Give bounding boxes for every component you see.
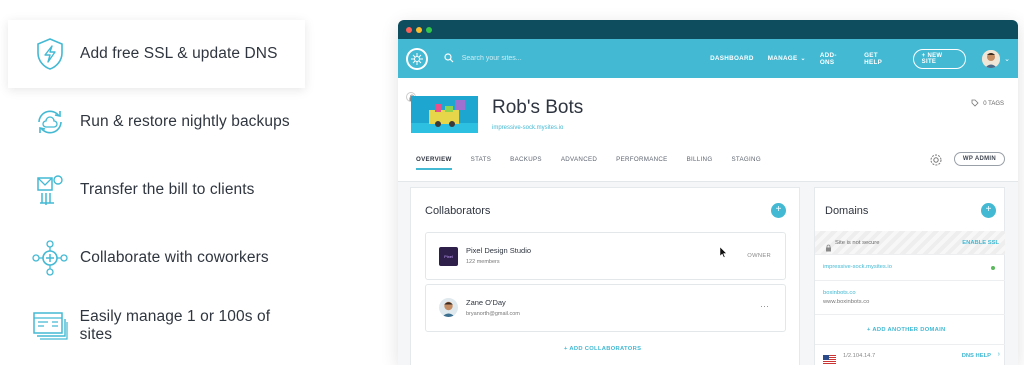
minimize-window-button[interactable] xyxy=(416,26,422,33)
collaborator-name: Pixel Design Studio xyxy=(466,246,532,255)
user-avatar[interactable] xyxy=(982,49,1001,68)
tab-advanced[interactable]: ADVANCED xyxy=(561,156,597,170)
feature-manage[interactable]: Easily manage 1 or 100s of sites xyxy=(8,292,305,360)
pixel-studio-logo: Pixel xyxy=(439,247,458,266)
search-icon xyxy=(444,50,454,68)
collaborate-icon xyxy=(30,238,70,278)
add-domain-row: + ADD ANOTHER DOMAIN xyxy=(815,315,1005,345)
nav-get-help[interactable]: GET HELP xyxy=(864,52,897,66)
site-search xyxy=(444,50,680,68)
dns-help-link[interactable]: DNS HELP xyxy=(962,353,991,359)
tab-backups[interactable]: BACKUPS xyxy=(510,156,542,170)
tab-stats[interactable]: STATS xyxy=(471,156,492,170)
feature-list: Add free SSL & update DNS Run & restore … xyxy=(8,20,305,360)
owner-badge: OWNER xyxy=(747,253,771,259)
secondary-domain-url: www.boxinbots.co xyxy=(823,299,870,305)
nav-links: DASHBOARD MANAGE ⌄ ADD-ONS GET HELP + NEW… xyxy=(710,48,967,69)
chevron-down-icon: ⌄ xyxy=(800,56,806,62)
site-tabs: OVERVIEW STATS BACKUPS ADVANCED PERFORMA… xyxy=(416,156,780,170)
collaborators-panel: Collaborators + Pixel Pixel Design Studi… xyxy=(410,187,800,365)
top-navigation: DASHBOARD MANAGE⌄ ADD-ONS GET HELP + NEW… xyxy=(398,39,1018,78)
new-site-button[interactable]: + NEW SITE xyxy=(912,48,967,69)
transfer-bill-icon xyxy=(30,170,70,210)
close-window-button[interactable] xyxy=(406,26,412,33)
nav-addons[interactable]: ADD-ONS xyxy=(820,52,850,66)
search-input[interactable] xyxy=(461,55,662,62)
site-header: Rob's Bots impressive-sock.mysites.io 0 … xyxy=(398,78,1018,182)
app-window: DASHBOARD MANAGE⌄ ADD-ONS GET HELP + NEW… xyxy=(398,20,1018,365)
us-flag-icon xyxy=(823,351,836,365)
backup-cycle-icon xyxy=(30,102,70,142)
feature-label: Transfer the bill to clients xyxy=(80,181,255,198)
add-another-domain-link[interactable]: + ADD ANOTHER DOMAIN xyxy=(867,327,946,333)
feature-label: Run & restore nightly backups xyxy=(80,113,290,130)
ssl-status-text: Site is not secure xyxy=(835,240,880,246)
tab-overview[interactable]: OVERVIEW xyxy=(416,156,452,170)
collaborator-members: 122 members xyxy=(466,259,500,265)
domains-title: Domains xyxy=(825,205,869,217)
primary-indicator-dot xyxy=(991,266,995,270)
nav-manage-label: MANAGE xyxy=(767,55,798,62)
collaborator-name: Zane O'Day xyxy=(466,298,506,307)
manage-sites-icon xyxy=(30,306,70,346)
app-logo-icon[interactable] xyxy=(406,47,428,70)
avatar xyxy=(439,298,458,317)
tags-label: 0 TAGS xyxy=(983,101,1004,107)
wp-admin-button[interactable]: WP ADMIN xyxy=(953,152,1005,166)
enable-ssl-link[interactable]: ENABLE SSL xyxy=(962,240,999,246)
site-url-link[interactable]: impressive-sock.mysites.io xyxy=(492,125,563,131)
dns-row: 1/2.104.14.7 DNS HELP › xyxy=(815,345,1005,365)
shield-bolt-icon xyxy=(30,34,70,74)
ssl-warning-row: Site is not secure ENABLE SSL xyxy=(815,231,1005,255)
mouse-cursor-icon xyxy=(719,245,728,263)
feature-label: Collaborate with coworkers xyxy=(80,249,269,266)
domains-panel: Domains + Site is not secure ENABLE SSL … xyxy=(814,187,1005,365)
tab-staging[interactable]: STAGING xyxy=(731,156,761,170)
feature-label: Add free SSL & update DNS xyxy=(80,45,278,62)
site-thumbnail[interactable] xyxy=(411,96,478,133)
feature-billing[interactable]: Transfer the bill to clients xyxy=(8,156,305,224)
add-collaborators-link[interactable]: + ADD COLLABORATORS xyxy=(564,346,641,352)
feature-label: Easily manage 1 or 100s of sites xyxy=(79,308,271,343)
site-title: Rob's Bots xyxy=(492,97,584,118)
chevron-right-icon[interactable]: › xyxy=(998,351,1000,358)
domain-row-secondary[interactable]: boxinbots.co www.boxinbots.co xyxy=(815,281,1005,315)
tags-button[interactable]: 0 TAGS xyxy=(971,99,1004,109)
secondary-domain-name[interactable]: boxinbots.co xyxy=(823,290,856,296)
collaborator-row[interactable]: Pixel Pixel Design Studio 122 members OW… xyxy=(425,232,786,280)
feature-ssl[interactable]: Add free SSL & update DNS xyxy=(8,20,305,88)
window-titlebar xyxy=(398,20,1018,39)
collaborator-row[interactable]: Zane O'Day bryanorth@gmail.com ··· xyxy=(425,284,786,332)
primary-domain[interactable]: impressive-sock.mysites.io xyxy=(823,264,892,270)
nav-manage[interactable]: MANAGE ⌄ xyxy=(768,55,806,62)
collaborator-email: bryanorth@gmail.com xyxy=(466,311,520,317)
ip-address: 1/2.104.14.7 xyxy=(843,353,876,359)
account-chevron-icon[interactable]: ⌄ xyxy=(1004,55,1010,63)
collaborators-title: Collaborators xyxy=(425,205,491,217)
maximize-window-button[interactable] xyxy=(426,26,432,33)
add-collaborator-button[interactable]: + xyxy=(771,203,786,218)
feature-collaborate[interactable]: Collaborate with coworkers xyxy=(8,224,305,292)
gear-icon[interactable] xyxy=(929,153,943,172)
feature-backups[interactable]: Run & restore nightly backups xyxy=(8,88,305,156)
nav-dashboard[interactable]: DASHBOARD xyxy=(710,55,754,62)
tag-icon xyxy=(971,99,979,109)
domain-row-primary[interactable]: impressive-sock.mysites.io xyxy=(815,255,1005,281)
tab-performance[interactable]: PERFORMANCE xyxy=(616,156,667,170)
more-options-icon[interactable]: ··· xyxy=(760,301,769,311)
tab-billing[interactable]: BILLING xyxy=(687,156,713,170)
add-domain-button[interactable]: + xyxy=(981,203,996,218)
